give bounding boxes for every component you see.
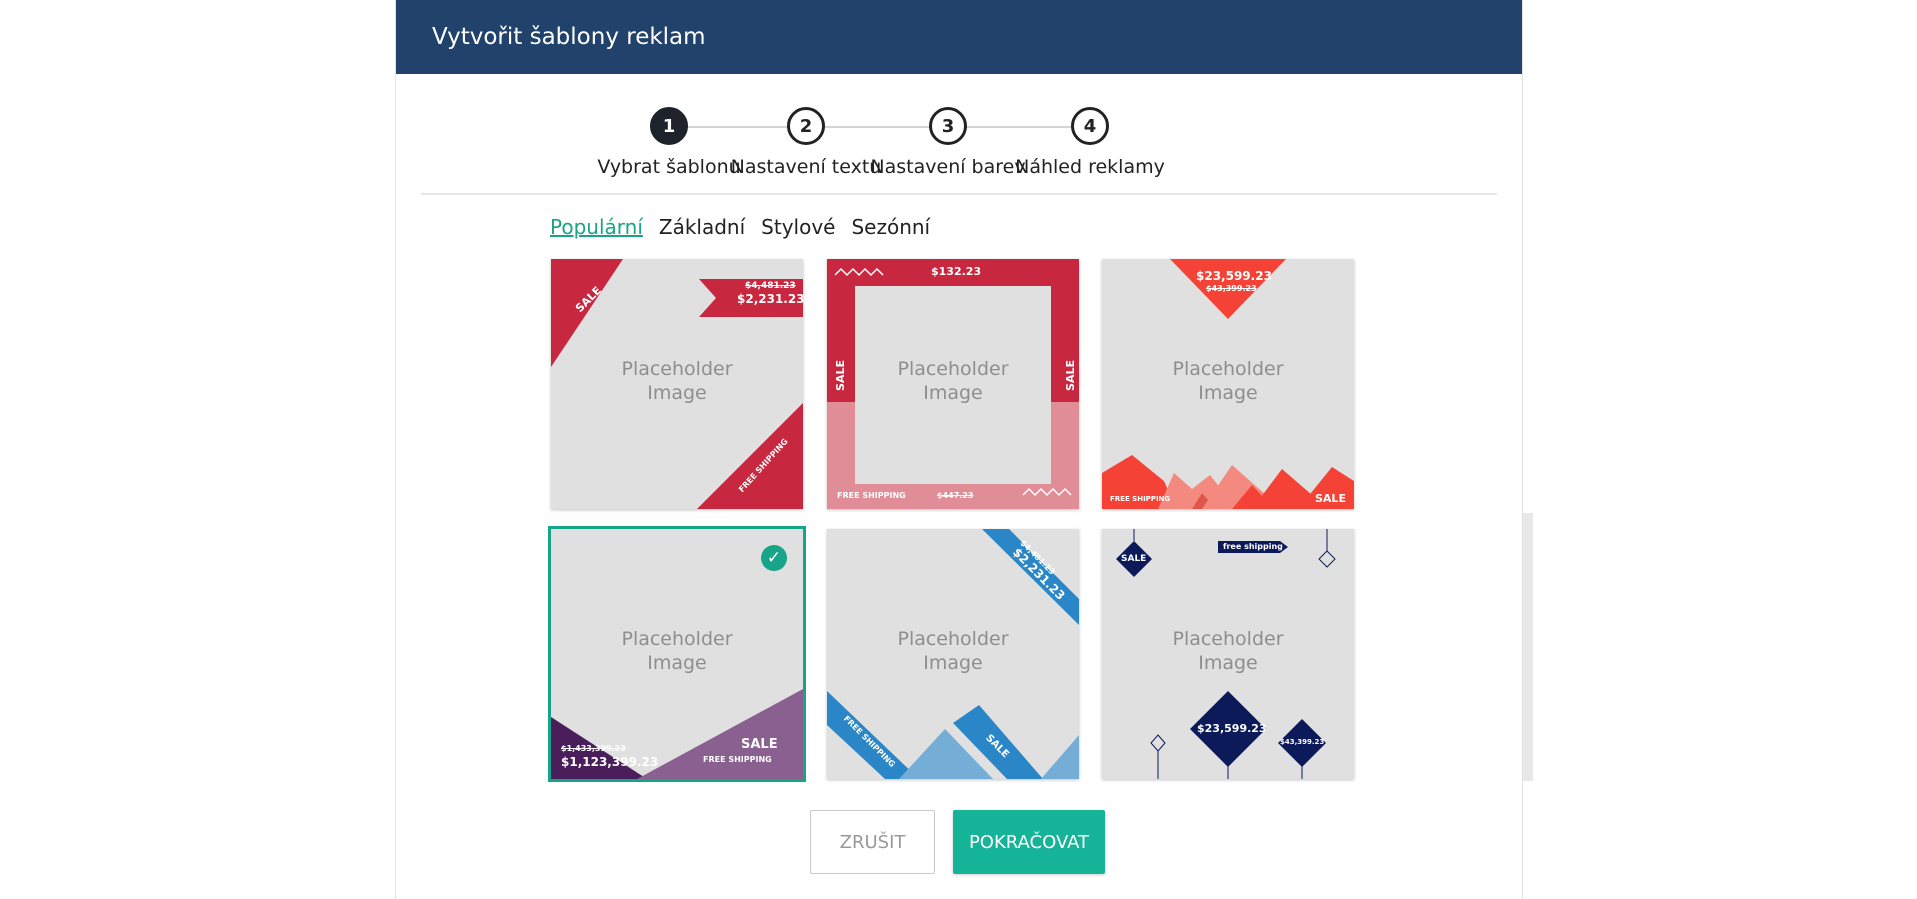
continue-button[interactable]: POKRAČOVAT	[953, 810, 1105, 874]
category-tabs: Populární Základní Stylové Sezónní	[550, 215, 930, 239]
placeholder-image: Placeholder Image	[1172, 358, 1284, 404]
old-price: $43,399.23	[1280, 738, 1325, 746]
step-number: 3	[929, 107, 967, 145]
scrollbar[interactable]	[1523, 513, 1533, 781]
placeholder-image: Placeholder Image	[897, 358, 1009, 404]
cancel-button[interactable]: ZRUŠIT	[810, 810, 935, 874]
old-price: $1,433,399.23	[561, 744, 626, 753]
price: $132.23	[931, 265, 982, 278]
template-card-5[interactable]: $4,481.23 $2,231.23 FREE SHIPPING SALE P…	[827, 529, 1079, 779]
tab-seasonal[interactable]: Sezónní	[851, 215, 930, 239]
divider	[421, 193, 1497, 195]
selected-check-icon: ✓	[761, 545, 787, 571]
price: $23,599.23	[1196, 269, 1272, 283]
sale-label-left: SALE	[833, 360, 847, 391]
tab-basic[interactable]: Základní	[659, 215, 745, 239]
old-price: $447.23	[937, 491, 974, 500]
template-grid: SALE $4,481.23 $2,231.23 FREE SHIPPING P…	[548, 259, 1533, 782]
template-card-3[interactable]: $23,599.23 $43,399.23 FREE SHIPPING SALE…	[1102, 259, 1354, 509]
step-label: Náhled reklamy	[1015, 156, 1165, 178]
shipping-label: FREE SHIPPING	[703, 755, 772, 764]
sale-label: SALE	[1121, 554, 1147, 564]
old-price: $43,399.23	[1206, 284, 1257, 293]
sale-label-right: SALE	[1063, 360, 1077, 391]
placeholder-image: Placeholder Image	[1172, 628, 1284, 674]
template-card-1[interactable]: SALE $4,481.23 $2,231.23 FREE SHIPPING P…	[551, 259, 803, 509]
shipping-label: free shipping	[1223, 542, 1283, 551]
price: $1,123,399.23	[561, 755, 659, 769]
step-number: 4	[1071, 107, 1109, 145]
price: $23,599.23	[1197, 722, 1267, 735]
dialog-actions: ZRUŠIT POKRAČOVAT	[810, 810, 1105, 874]
sale-label: SALE	[741, 737, 778, 752]
dialog-header: Vytvořit šablony reklam	[396, 0, 1522, 74]
dialog-title: Vytvořit šablony reklam	[432, 24, 706, 50]
step-4[interactable]: 4 Náhled reklamy	[1000, 107, 1180, 178]
old-price: $4,481.23	[745, 281, 796, 291]
create-ad-templates-dialog: Vytvořit šablony reklam 1 Vybrat šablonu…	[395, 0, 1533, 899]
step-number: 2	[787, 107, 825, 145]
shipping-label: FREE SHIPPING	[1110, 495, 1171, 503]
template-card-4[interactable]: ✓ $1,433,399.23 $1,123,399.23 SALE FREE …	[548, 526, 806, 782]
shipping-label: FREE SHIPPING	[837, 491, 906, 500]
price: $2,231.23	[737, 292, 803, 306]
placeholder-image: Placeholder Image	[621, 628, 733, 674]
template-card-2[interactable]: $132.23 SALE SALE FREE SHIPPING $447.23 …	[827, 259, 1079, 509]
placeholder-image: Placeholder Image	[621, 358, 733, 404]
step-number: 1	[650, 107, 688, 145]
stepper: 1 Vybrat šablonu 2 Nastavení textu 3 Nas…	[396, 107, 1522, 187]
tab-popular[interactable]: Populární	[550, 215, 643, 239]
sale-label: SALE	[1315, 492, 1346, 505]
tab-stylish[interactable]: Stylové	[761, 215, 835, 239]
placeholder-image: Placeholder Image	[897, 628, 1009, 674]
template-card-6[interactable]: SALE free shipping $23,599.23 $43,399.23…	[1102, 529, 1354, 779]
